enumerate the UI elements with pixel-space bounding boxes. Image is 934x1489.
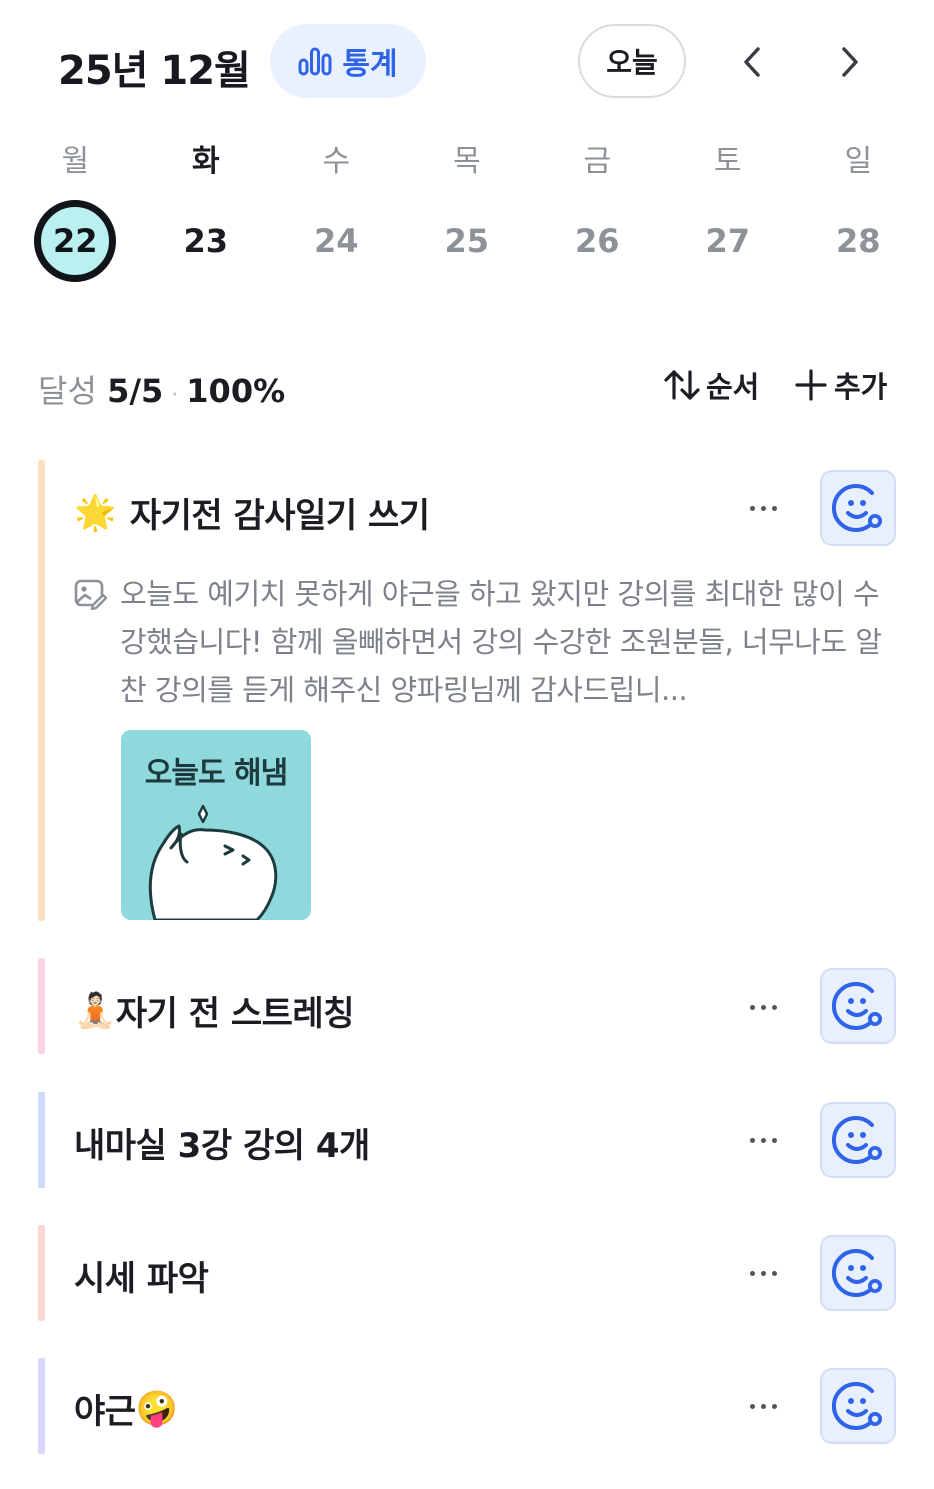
task-title: 🌟 자기전 감사일기 쓰기 <box>74 488 430 537</box>
task-title-text: 자기 전 스트레칭 <box>115 994 355 1034</box>
task-item[interactable]: 🧘🏻 자기 전 스트레칭 <box>38 958 898 1054</box>
weekday-label: 금 <box>583 144 612 179</box>
achievement-percent: 100% <box>186 372 286 410</box>
task-emoji: 🧘🏻 <box>74 990 116 1031</box>
weekday-label: 토 <box>713 144 742 179</box>
next-week-button[interactable] <box>830 42 870 82</box>
date-row: 22 23 24 25 26 27 28 <box>10 198 924 284</box>
memo-image-icon <box>74 579 108 610</box>
smiley-add-icon <box>831 1116 882 1164</box>
task-item[interactable]: 🌟 자기전 감사일기 쓰기 오늘도 예기치 못하게 야근을 하고 왔지만 강의를 … <box>38 460 898 921</box>
weekday-row: 월 화 수 목 금 토 일 <box>10 136 924 180</box>
emotion-sticker-button[interactable] <box>820 1368 896 1444</box>
today-button[interactable]: 오늘 <box>578 24 686 98</box>
prev-week-button[interactable] <box>732 42 772 82</box>
bar-chart-icon <box>298 47 332 76</box>
task-item[interactable]: 시세 파악 <box>38 1225 898 1321</box>
weekday-label: 수 <box>322 144 351 179</box>
achievement-text: 달성 5/5 · 100% <box>38 366 285 412</box>
date-cell[interactable]: 28 <box>793 198 924 284</box>
achievement-summary: 달성 5/5 · 100% 순서 추가 <box>38 362 898 410</box>
emotion-sticker-button[interactable] <box>820 968 896 1044</box>
emotion-sticker-button[interactable] <box>820 1102 896 1178</box>
task-color-bar <box>38 1092 45 1188</box>
date-cell-selected[interactable]: 22 <box>10 198 141 284</box>
task-title-text: 야근 <box>74 1392 136 1432</box>
sort-order-label: 순서 <box>706 370 760 404</box>
sort-arrows-icon <box>664 370 700 400</box>
date-cell[interactable]: 27 <box>663 198 794 284</box>
task-title: 야근 🤪 <box>74 1384 178 1433</box>
more-options-button[interactable] <box>738 1258 788 1288</box>
smiley-add-icon <box>831 1382 882 1430</box>
achievement-count: 5/5 <box>107 372 164 410</box>
chevron-right-icon <box>842 47 858 77</box>
more-options-button[interactable] <box>738 493 788 523</box>
task-title: 🧘🏻 자기 전 스트레칭 <box>74 986 354 1035</box>
date-cell[interactable]: 26 <box>532 198 663 284</box>
add-task-button[interactable]: 추가 <box>794 364 887 406</box>
smiley-add-icon <box>831 1249 882 1297</box>
task-item[interactable]: 야근 🤪 <box>38 1358 898 1454</box>
more-options-button[interactable] <box>738 992 788 1022</box>
add-task-label: 추가 <box>834 370 888 404</box>
weekday-label: 화 <box>191 144 220 179</box>
task-title: 내마실 3강 강의 4개 <box>74 1118 370 1167</box>
date-cell[interactable]: 25 <box>402 198 533 284</box>
memo-text: 오늘도 예기치 못하게 야근을 하고 왔지만 강의를 최대한 많이 수강했습니다… <box>120 577 882 707</box>
task-emoji: 🤪 <box>135 1388 178 1429</box>
task-title: 시세 파악 <box>74 1251 209 1300</box>
achievement-label: 달성 <box>38 372 97 410</box>
stats-label: 통계 <box>342 47 398 82</box>
weekday-label: 목 <box>452 144 481 179</box>
task-color-bar <box>38 460 45 921</box>
smiley-add-icon <box>831 484 882 532</box>
stats-button[interactable]: 통계 <box>270 24 426 98</box>
date-cell[interactable]: 24 <box>271 198 402 284</box>
sticker-image[interactable]: 오늘도 해냄 <box>121 730 311 920</box>
task-item[interactable]: 내마실 3강 강의 4개 <box>38 1092 898 1188</box>
task-title-text: 자기전 감사일기 쓰기 <box>129 496 430 536</box>
weekday-label: 일 <box>844 144 873 179</box>
task-title-text: 시세 파악 <box>74 1259 209 1299</box>
task-emoji: 🌟 <box>74 492 116 533</box>
date-number: 22 <box>34 200 117 282</box>
chevron-left-icon <box>744 47 760 77</box>
month-title[interactable]: 25년 12월 <box>58 38 251 96</box>
separator-dot: · <box>171 383 179 408</box>
cheering-character-icon <box>148 804 278 920</box>
more-options-button[interactable] <box>738 1125 788 1155</box>
weekday-label: 월 <box>61 144 90 179</box>
calendar-header: 25년 12월 통계 오늘 <box>0 0 934 120</box>
plus-icon <box>795 369 827 401</box>
task-title-text: 내마실 3강 강의 4개 <box>74 1126 370 1166</box>
emotion-sticker-button[interactable] <box>820 470 896 546</box>
sort-order-button[interactable]: 순서 <box>662 364 759 406</box>
smiley-add-icon <box>831 982 882 1030</box>
task-color-bar <box>38 1225 45 1321</box>
emotion-sticker-button[interactable] <box>820 1235 896 1311</box>
task-color-bar <box>38 1358 45 1454</box>
date-cell[interactable]: 23 <box>141 198 272 284</box>
task-color-bar <box>38 958 45 1054</box>
more-options-button[interactable] <box>738 1391 788 1421</box>
